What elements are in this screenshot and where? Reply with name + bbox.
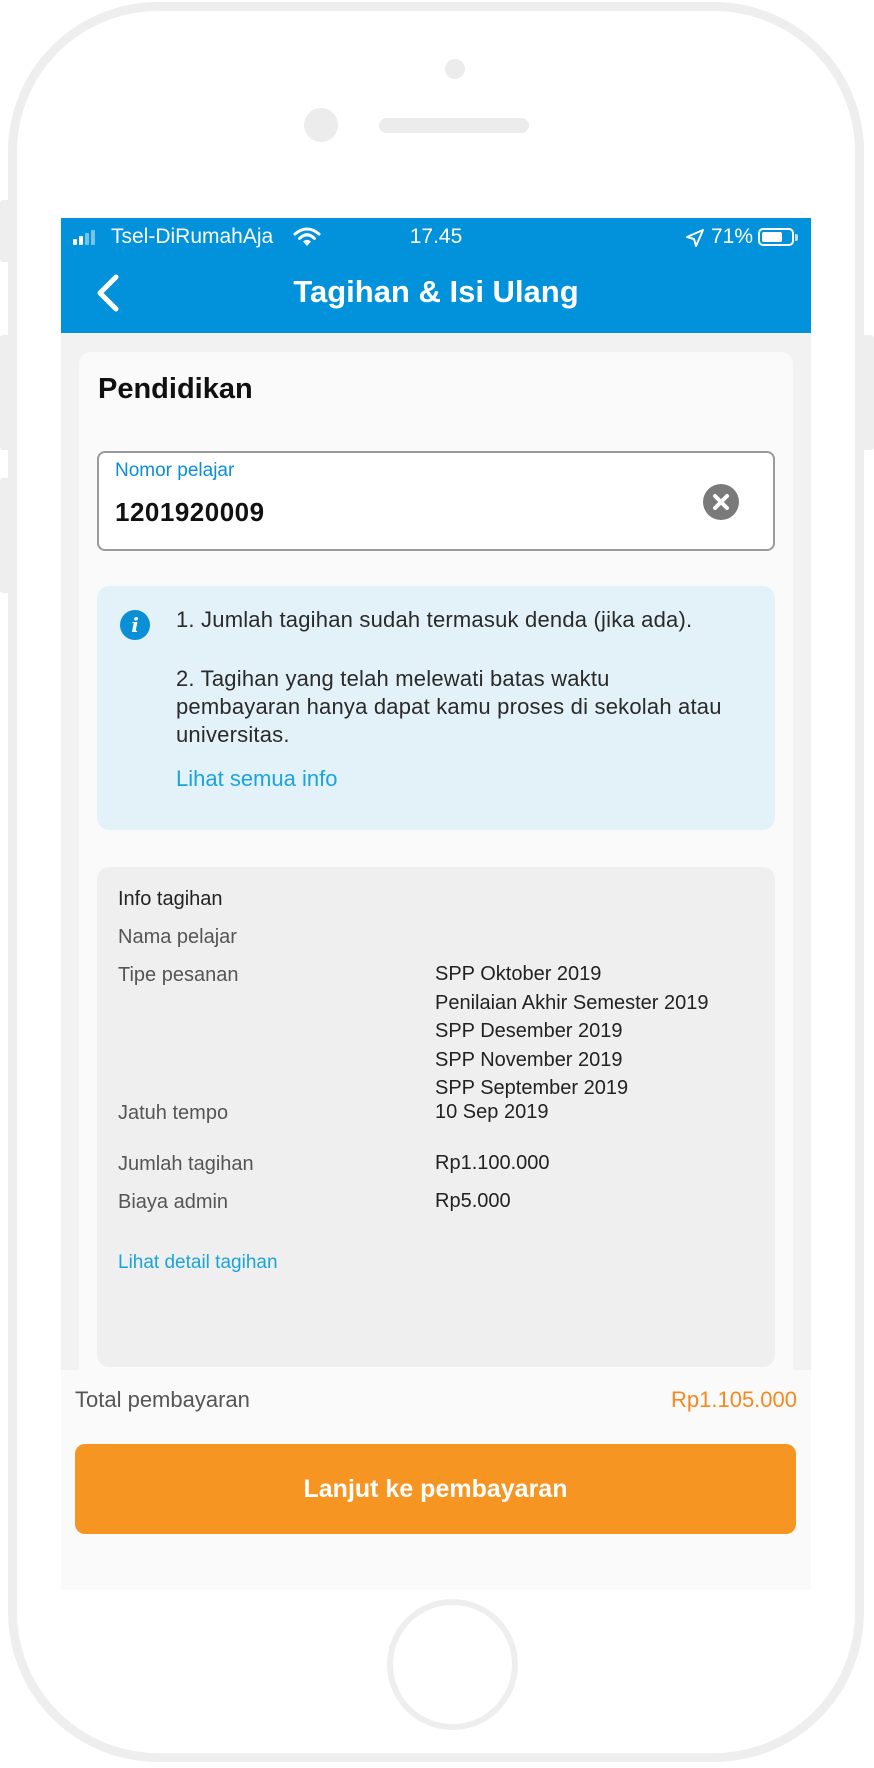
front-camera — [304, 108, 338, 142]
app-header: Tsel-DiRumahAja 17.45 71% Tagihan & Isi … — [61, 218, 811, 333]
bill-info-box: Info tagihan Nama pelajar Tipe pesanan S… — [97, 867, 775, 1367]
order-type-label: Tipe pesanan — [118, 964, 239, 986]
admin-fee-label: Biaya admin — [118, 1191, 229, 1213]
order-type-item: Penilaian Akhir Semester 2019 — [435, 991, 709, 1014]
continue-payment-button[interactable]: Lanjut ke pembayaran — [75, 1444, 796, 1534]
bill-amount-value: Rp1.100.000 — [435, 1152, 550, 1174]
see-all-info-link[interactable]: Lihat semua info — [176, 766, 337, 792]
status-bar: Tsel-DiRumahAja 17.45 71% — [61, 218, 811, 258]
order-type-item: SPP Desember 2019 — [435, 1020, 623, 1042]
proximity-sensor — [445, 59, 465, 79]
page-title: Tagihan & Isi Ulang — [293, 274, 579, 309]
volume-up-button — [0, 335, 12, 450]
volume-down-button — [0, 478, 12, 593]
total-payment-label: Total pembayaran — [75, 1387, 250, 1412]
bill-detail-link[interactable]: Lihat detail tagihan — [118, 1252, 278, 1274]
student-number-field[interactable]: Nomor pelajar 1201920009 — [97, 451, 775, 551]
due-date-label: Jatuh tempo — [118, 1102, 229, 1124]
power-button — [862, 335, 874, 450]
location-arrow-icon — [685, 228, 705, 254]
earpiece-speaker — [379, 118, 529, 133]
order-type-list: SPP Oktober 2019 Penilaian Akhir Semeste… — [435, 960, 709, 1103]
admin-fee-value: Rp5.000 — [435, 1190, 511, 1212]
clear-button[interactable] — [703, 484, 739, 520]
info-box: i 1. Jumlah tagihan sudah termasuk denda… — [97, 586, 775, 830]
student-number-input[interactable]: 1201920009 — [115, 497, 265, 528]
student-number-label: Nomor pelajar — [115, 460, 235, 481]
total-payment-value: Rp1.105.000 — [671, 1387, 797, 1412]
app-screen: Tsel-DiRumahAja 17.45 71% Tagihan & Isi … — [61, 218, 811, 1590]
bill-info-heading: Info tagihan — [118, 888, 223, 910]
student-name-label: Nama pelajar — [118, 926, 237, 948]
mute-switch — [0, 200, 12, 262]
section-title: Pendidikan — [98, 373, 253, 405]
order-type-item: SPP November 2019 — [435, 1048, 623, 1071]
clear-icon — [713, 494, 729, 510]
order-type-item: SPP Oktober 2019 — [435, 963, 602, 985]
info-icon: i — [120, 610, 150, 640]
info-item-2: 2. Tagihan yang telah melewati batas wak… — [176, 666, 722, 747]
bill-amount-label: Jumlah tagihan — [118, 1153, 254, 1175]
due-date-value: 10 Sep 2019 — [435, 1101, 549, 1123]
info-item-1: 1. Jumlah tagihan sudah termasuk denda (… — [176, 607, 693, 632]
battery-percent: 71% — [711, 225, 754, 248]
payment-footer: Total pembayaran Rp1.105.000 Lanjut ke p… — [61, 1370, 811, 1590]
home-button[interactable] — [387, 1599, 518, 1730]
battery-icon — [758, 228, 798, 246]
